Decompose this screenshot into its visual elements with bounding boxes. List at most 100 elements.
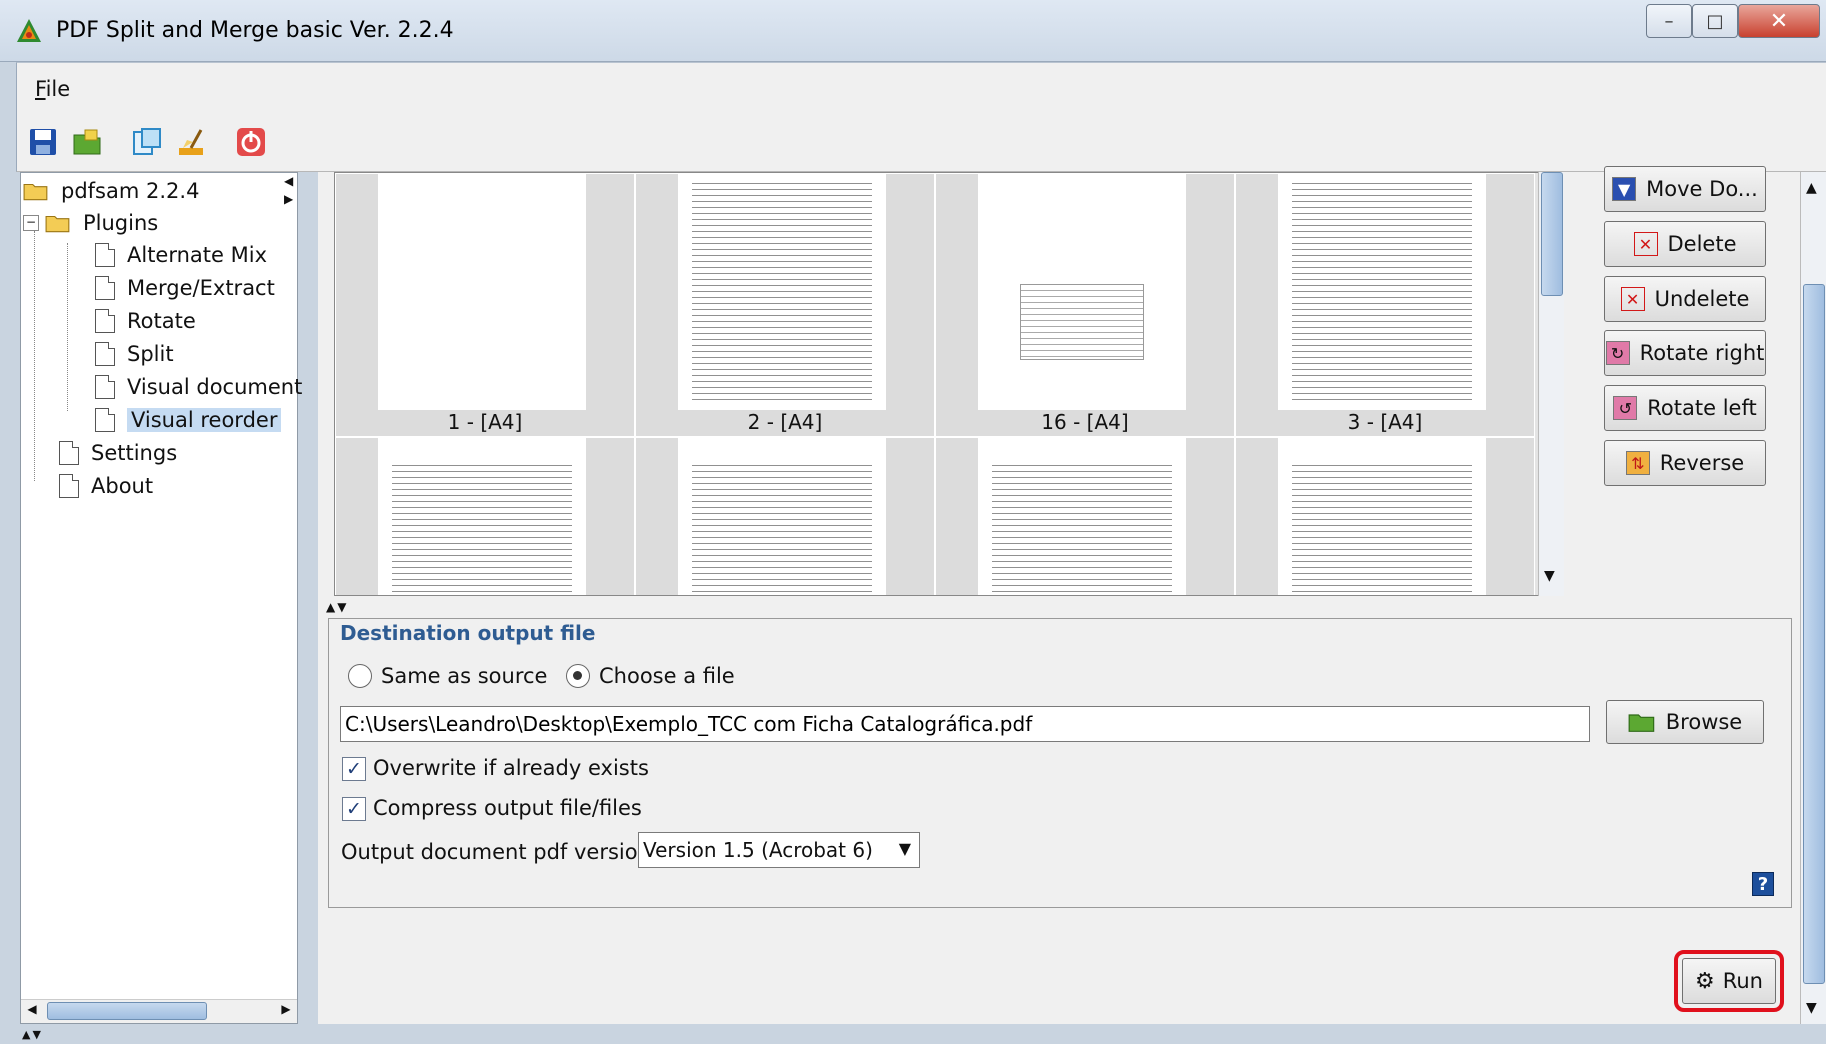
document-icon <box>95 408 115 432</box>
page-preview <box>378 438 586 595</box>
environment-icon[interactable] <box>131 126 163 158</box>
tree-about[interactable]: About <box>59 474 153 498</box>
tree-item-split[interactable]: Split <box>95 342 174 366</box>
load-icon[interactable] <box>71 126 103 158</box>
maximize-button[interactable]: □ <box>1692 4 1738 38</box>
scroll-thumb[interactable] <box>1541 172 1563 296</box>
tree-item-rotate[interactable]: Rotate <box>95 309 196 333</box>
tree-item-merge-extract[interactable]: Merge/Extract <box>95 276 275 300</box>
collapse-left-icon[interactable]: ◀ <box>284 172 300 190</box>
thumbnail-label: 3 - [A4] <box>1347 410 1423 434</box>
rotate-left-icon: ↺ <box>1613 396 1638 420</box>
page-thumbnail[interactable] <box>935 437 1235 595</box>
collapse-toggle-icon[interactable]: − <box>23 215 39 231</box>
expand-right-icon[interactable]: ▶ <box>284 190 300 208</box>
scroll-down-icon[interactable]: ▼ <box>1806 1000 1817 1016</box>
thumbnail-vertical-scrollbar[interactable]: ▼ <box>1538 172 1564 596</box>
open-folder-icon <box>45 215 70 233</box>
overwrite-label[interactable]: Overwrite if already exists <box>373 756 649 780</box>
undelete-icon: ✕ <box>1620 287 1645 311</box>
scroll-up-icon[interactable]: ▲ <box>1806 180 1817 196</box>
page-thumbnail[interactable]: 16 - [A4] <box>935 173 1235 437</box>
page-preview <box>1278 438 1486 595</box>
pdf-version-label: Output document pdf version: <box>341 840 658 864</box>
browse-button[interactable]: Browse <box>1606 700 1764 744</box>
rotate-left-label: Rotate left <box>1647 396 1757 420</box>
page-preview <box>378 174 586 410</box>
run-button[interactable]: ⚙ Run <box>1682 958 1776 1004</box>
browse-label: Browse <box>1665 710 1743 734</box>
split-pane-arrows[interactable]: ▲▼ <box>326 600 348 614</box>
gear-icon: ⚙ <box>1694 968 1715 994</box>
tree-plugins[interactable]: − Plugins <box>23 211 158 235</box>
rotate-left-button[interactable]: ↺ Rotate left <box>1604 385 1766 431</box>
document-icon <box>59 474 79 498</box>
document-icon <box>59 441 79 465</box>
thumbnail-label: 16 - [A4] <box>1041 410 1129 434</box>
help-icon[interactable]: ? <box>1752 872 1774 896</box>
choose-file-radio[interactable] <box>566 664 590 688</box>
scroll-thumb[interactable] <box>1803 284 1825 984</box>
tree-item-visual-reorder[interactable]: Visual reorder <box>95 408 282 432</box>
delete-icon: ✕ <box>1633 232 1658 256</box>
split-pane-arrows[interactable]: ◀ ▶ <box>284 172 300 224</box>
delete-label: Delete <box>1667 232 1737 256</box>
destination-path-input[interactable] <box>340 706 1590 742</box>
page-thumbnail[interactable] <box>335 437 635 595</box>
reverse-label: Reverse <box>1659 451 1745 475</box>
move-down-button[interactable]: ▼ Move Do... <box>1604 166 1766 212</box>
page-thumbnail[interactable]: 3 - [A4] <box>1235 173 1535 437</box>
page-preview <box>678 174 886 410</box>
tree-connector <box>67 243 68 411</box>
page-thumbnail[interactable] <box>635 437 935 595</box>
window-controls: – □ ✕ <box>1646 4 1822 42</box>
document-icon <box>95 243 115 267</box>
document-icon <box>95 309 115 333</box>
same-as-source-label[interactable]: Same as source <box>381 664 547 688</box>
reverse-button[interactable]: ⇅ Reverse <box>1604 440 1766 486</box>
tree-item-label: Merge/Extract <box>127 276 275 300</box>
thumbnail-label: 1 - [A4] <box>447 410 523 434</box>
tree-item-alternate-mix[interactable]: Alternate Mix <box>95 243 267 267</box>
split-pane-arrows[interactable]: ▲▼ <box>22 1028 43 1041</box>
pdf-version-value: Version 1.5 (Acrobat 6) <box>643 838 873 862</box>
page-thumbnail[interactable]: 1 - [A4] <box>335 173 635 437</box>
save-icon[interactable] <box>27 126 59 158</box>
clear-icon[interactable] <box>175 126 207 158</box>
scroll-thumb[interactable] <box>47 1002 207 1020</box>
tree-item-visual-document[interactable]: Visual document <box>95 375 302 399</box>
tree-root[interactable]: pdfsam 2.2.4 <box>23 179 199 203</box>
tree-horizontal-scrollbar[interactable]: ◀ ▶ <box>21 999 297 1023</box>
chevron-down-icon[interactable]: ▼ <box>899 839 911 858</box>
open-folder-icon <box>23 183 48 201</box>
exit-icon[interactable] <box>235 126 267 158</box>
scroll-down-icon[interactable]: ▼ <box>1544 568 1555 584</box>
checkmark-icon: ✓ <box>346 758 362 780</box>
compress-checkbox[interactable]: ✓ <box>342 797 366 821</box>
pdf-version-select[interactable]: Version 1.5 (Acrobat 6) ▼ <box>638 832 920 868</box>
thumbnail-label: 2 - [A4] <box>747 410 823 434</box>
minimize-button[interactable]: – <box>1646 4 1692 38</box>
overwrite-checkbox[interactable]: ✓ <box>342 757 366 781</box>
menu-file-mnemonic: F <box>35 77 46 101</box>
page-thumbnail[interactable] <box>1235 437 1535 595</box>
tree-plugins-label: Plugins <box>83 211 159 235</box>
undelete-label: Undelete <box>1654 287 1750 311</box>
delete-button[interactable]: ✕ Delete <box>1604 221 1766 267</box>
scroll-right-icon[interactable]: ▶ <box>277 1002 295 1020</box>
reverse-icon: ⇅ <box>1625 451 1650 475</box>
scroll-left-icon[interactable]: ◀ <box>23 1002 41 1020</box>
undelete-button[interactable]: ✕ Undelete <box>1604 276 1766 322</box>
page-thumbnail-grid: 1 - [A4] 2 - [A4] 16 - [A4] 3 - [A4] <box>334 172 1564 596</box>
tree-settings[interactable]: Settings <box>59 441 177 465</box>
close-button[interactable]: ✕ <box>1738 4 1820 38</box>
main-vertical-scrollbar[interactable]: ▲ ▼ <box>1800 172 1826 1024</box>
tree-item-label: Alternate Mix <box>127 243 268 267</box>
same-as-source-radio[interactable] <box>348 664 372 688</box>
page-thumbnail[interactable]: 2 - [A4] <box>635 173 935 437</box>
rotate-right-button[interactable]: ↻ Rotate right <box>1604 330 1766 376</box>
menu-file[interactable]: File <box>35 77 70 101</box>
compress-label[interactable]: Compress output file/files <box>373 796 642 820</box>
page-preview <box>978 174 1186 410</box>
choose-file-label[interactable]: Choose a file <box>599 664 735 688</box>
